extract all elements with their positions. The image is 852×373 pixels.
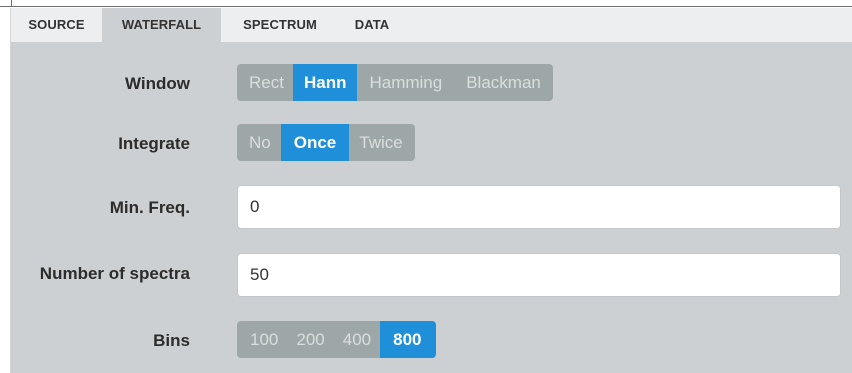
num-spectra-label: Number of spectra — [39, 264, 190, 283]
tab-spectrum[interactable]: SPECTRUM — [225, 8, 335, 42]
tab-data[interactable]: DATA — [339, 8, 405, 42]
bins-option-400[interactable]: 400 — [334, 321, 380, 358]
top-tick — [11, 0, 12, 7]
integrate-option-no[interactable]: No — [237, 124, 281, 161]
integrate-option-once[interactable]: Once — [280, 124, 350, 161]
window-selector: Rect Hann Hamming Blackman — [237, 64, 553, 101]
window-label: Window — [125, 74, 190, 93]
integrate-label: Integrate — [118, 134, 190, 153]
bins-option-200[interactable]: 200 — [287, 321, 333, 358]
num-spectra-input[interactable]: 50 — [237, 253, 841, 297]
bins-label: Bins — [153, 331, 190, 350]
bins-option-100[interactable]: 100 — [237, 321, 287, 358]
bins-option-800[interactable]: 800 — [380, 321, 436, 358]
min-freq-label: Min. Freq. — [109, 198, 190, 217]
tab-waterfall[interactable]: WATERFALL — [102, 8, 221, 42]
integrate-selector: No Once Twice — [237, 124, 415, 161]
window-option-rect[interactable]: Rect — [237, 64, 293, 101]
integrate-option-twice[interactable]: Twice — [349, 124, 414, 161]
window-option-hamming[interactable]: Hamming — [357, 64, 454, 101]
waterfall-panel: SOURCE WATERFALL SPECTRUM DATA Window Re… — [10, 8, 852, 373]
bins-selector: 100 200 400 800 — [237, 321, 436, 358]
min-freq-input[interactable]: 0 — [237, 185, 841, 229]
tab-source[interactable]: SOURCE — [11, 8, 102, 42]
window-option-hann[interactable]: Hann — [292, 64, 358, 101]
tab-bar: SOURCE WATERFALL SPECTRUM DATA — [11, 8, 852, 42]
top-border — [0, 6, 852, 7]
window-option-blackman[interactable]: Blackman — [454, 64, 553, 101]
